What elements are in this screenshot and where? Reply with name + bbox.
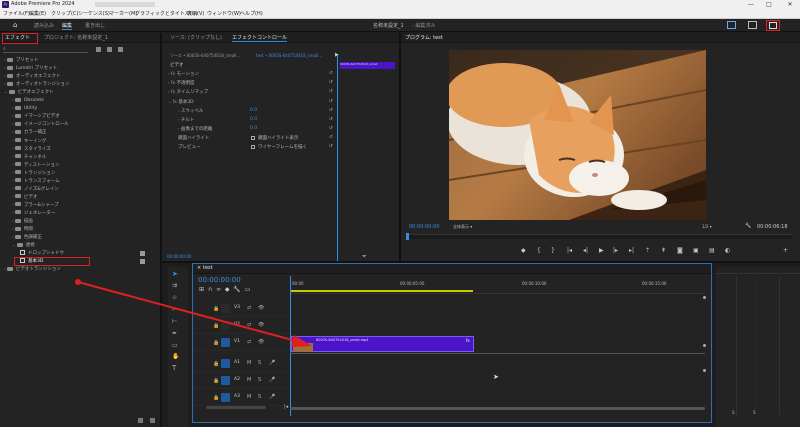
arrow-start-dot bbox=[75, 279, 81, 285]
arrow-head bbox=[291, 335, 312, 347]
annotation-arrow bbox=[75, 279, 312, 347]
